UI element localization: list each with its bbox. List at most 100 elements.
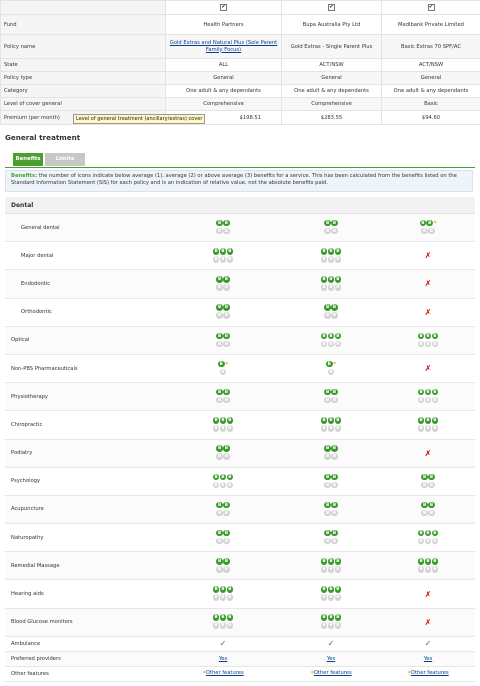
benefit-b-icon-shadow: B [428,481,435,489]
benefit-icons-top: BBB [320,332,342,340]
benefit-b-icon-shadow: B [334,340,342,348]
benefit-rating-icons: BBBBBB [417,529,439,546]
service-value: BBBB [281,439,381,468]
service-row: Physiotherapy B B B B B B B B B B B B B B [5,382,476,412]
service-row: Naturopathy B B B B B B B B B B B B B B [5,523,476,553]
benefit-b-icon: B [219,614,227,621]
service-value: BBBB [281,467,381,496]
service-name: Non-PBS Pharmaceuticals [5,354,165,384]
benefit-icons-bottom: BB [419,227,436,236]
benefit-b-icon: B [226,248,234,255]
benefit-b-icon: B [327,586,335,593]
benefit-icons-bottom: BB [216,509,230,517]
preferred-providers-row: Preferred providers Yes Yes Yes [5,651,476,667]
not-covered-icon: ✗ [424,251,432,261]
benefit-b-icon-shadow: B [226,622,234,629]
benefit-b-icon: B [324,304,331,311]
policy-name-link-1[interactable]: Gold Extras and Natural Plus (Sole Paren… [170,40,277,53]
benefit-icons-bottom: BB [421,509,435,517]
benefit-b-icon-shadow: B [219,622,227,629]
fund-value-3: Medibank Private Limited [381,14,480,35]
preferred-providers-link[interactable]: Yes [219,656,227,662]
benefit-b-icon-shadow: B [331,396,338,404]
benefit-rating-icons: BBBB [324,529,338,546]
benefit-b-icon: B [320,417,328,424]
benefit-b-icon: B [216,388,223,396]
service-value: BBBB [165,551,281,581]
benefit-b-icon-shadow: B [320,256,328,263]
benefit-icons-top: BB [324,529,338,538]
benefit-b-icon-shadow: B [331,537,338,545]
category-value-3: One adult & any dependants [381,84,480,98]
benefit-b-icon-shadow: B [431,425,439,432]
benefit-icons-bottom: BB [324,396,338,405]
benefit-b-icon-shadow: B [431,537,439,545]
benefit-rating-icons: BBBB [324,304,338,320]
benefit-b-icon: B [324,529,331,537]
select-checkbox-2[interactable]: ✔ [328,4,335,11]
benefit-b-icon: B [226,417,234,424]
tab-limits[interactable]: Limits [45,153,85,166]
service-name: Naturopathy [5,523,165,553]
service-value: ✗ [381,298,476,327]
other-features-row: Other features *Other features *Other feat… [5,666,476,682]
benefit-b-icon: B [334,248,342,255]
service-value: BBBB [381,495,476,525]
benefit-b-icon: B [424,529,432,537]
benefit-b-icon: B [216,276,223,283]
premium-value-2: $283.55 [281,110,382,125]
benefit-b-icon-shadow: B [216,509,223,517]
benefit-icons-bottom: BB [216,227,230,236]
benefit-icons-bottom: BBB [212,481,234,489]
other-features-link[interactable]: Other features [206,670,244,676]
select-checkbox-1[interactable]: ✔ [220,4,227,11]
service-value: BBBBBB [281,269,381,299]
benefit-b-icon: B [424,332,432,340]
benefit-b-icon-shadow: B [223,537,230,545]
benefit-icons-top: BBB [417,529,439,538]
benefit-b-icon: B [331,473,338,481]
benefit-b-icon-shadow: B [334,622,342,629]
benefit-b-icon-shadow: B [417,537,425,545]
benefit-b-icon: B [431,388,439,396]
benefit-rating-icons: BBBBBB [212,248,234,264]
benefit-icons-top: BB [216,445,230,453]
benefit-b-icon: B [223,304,230,311]
not-covered-icon: ✗ [424,307,432,317]
benefit-b-icon: B [334,332,342,340]
benefit-b-icon-shadow: B [320,622,328,629]
benefits-grid: Dental General dental B B B B B B B B B B * B B Major … [5,197,476,682]
benefit-b-icon-shadow: B [320,594,328,601]
benefit-icons-bottom: BBB [417,425,439,433]
select-checkbox-3[interactable]: ✔ [427,4,435,11]
service-name: Psychology [5,467,165,496]
benefit-b-icon-shadow: B [331,453,338,460]
other-features-link[interactable]: Other features [411,670,449,676]
benefit-b-icon-shadow: B [334,256,342,263]
benefit-icons-top: BB [216,304,230,312]
benefit-icons-top: BBB [212,248,234,256]
benefit-b-icon: B [320,248,328,255]
benefit-b-icon: B [216,501,223,509]
preferred-providers-link[interactable]: Yes [424,656,432,662]
benefit-b-icon: B [327,417,335,424]
cover-level-label: Level of cover general [0,97,166,111]
benefit-b-icon: B [327,276,335,283]
tab-benefits[interactable]: Benefits [13,153,43,166]
benefit-b-icon: B [419,219,427,227]
other-features-value: *Other features [165,666,281,682]
select-label [0,0,166,15]
preferred-providers-value: Yes [165,651,281,667]
not-covered-icon: ✗ [424,279,432,289]
preferred-providers-link[interactable]: Yes [327,656,335,662]
benefit-b-icon-shadow: B [212,622,220,629]
cover-level-value-2: Comprehensive [281,97,382,111]
benefit-icons-top: BBB [320,248,342,256]
benefit-b-icon-shadow: B [320,340,328,348]
category-value-2: One adult & any dependants [281,84,382,98]
benefit-b-icon-shadow: B [320,566,328,573]
benefit-b-icon: B [421,501,428,509]
benefit-icons-top: BBB [320,276,342,284]
benefit-b-icon-shadow: B [428,509,435,517]
other-features-link[interactable]: Other features [314,670,352,676]
